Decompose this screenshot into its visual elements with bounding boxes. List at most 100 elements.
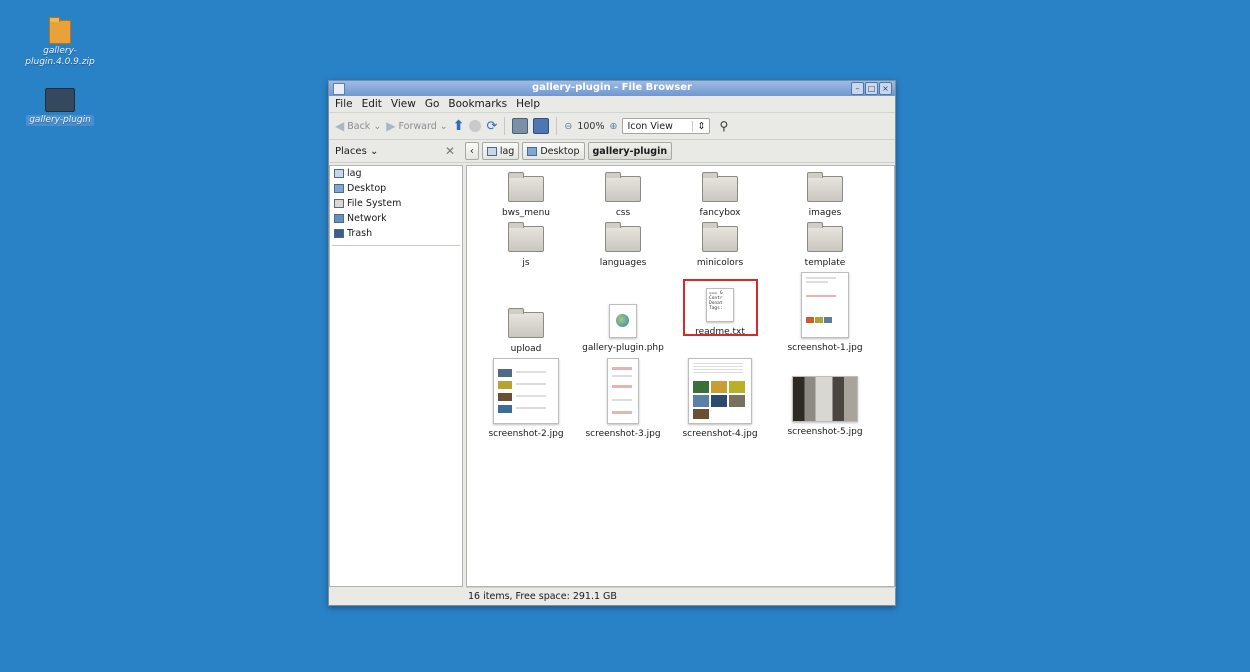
file-item-label: minicolors bbox=[696, 258, 744, 268]
maximize-button[interactable]: □ bbox=[865, 82, 878, 95]
home-icon[interactable] bbox=[512, 118, 529, 134]
file-item-readme-txt[interactable]: === G Contr Donat Tags: readme.txt bbox=[675, 279, 765, 337]
sidebar-item-network[interactable]: Network bbox=[330, 211, 462, 226]
toolbar: ◀ Back ⌄ ▶ Forward ⌄ ⬆ ⟳ ⊖ 100% ⊕ Icon V… bbox=[329, 112, 895, 140]
file-item-label: screenshot-2.jpg bbox=[488, 429, 564, 439]
image-thumbnail-icon bbox=[493, 358, 559, 424]
archive-icon bbox=[49, 17, 71, 44]
desktop-icon-label: gallery-plugin bbox=[26, 115, 94, 126]
menu-file[interactable]: File bbox=[335, 98, 353, 110]
reload-icon[interactable]: ⟳ bbox=[486, 119, 497, 134]
file-item-label: screenshot-4.jpg bbox=[682, 429, 758, 439]
sidebar-item-label: lag bbox=[347, 168, 362, 179]
file-item-label: upload bbox=[510, 344, 542, 354]
minimize-button[interactable]: – bbox=[851, 82, 864, 95]
file-item-label: languages bbox=[599, 258, 647, 268]
folder-icon bbox=[807, 172, 843, 202]
file-item-js[interactable]: js bbox=[481, 222, 571, 268]
desktop-folder-gallery-plugin[interactable]: gallery-plugin bbox=[15, 88, 105, 126]
desktop-icon bbox=[334, 184, 344, 193]
file-item-screenshot-2[interactable]: screenshot-2.jpg bbox=[481, 358, 571, 439]
chevron-down-icon: ⌄ bbox=[366, 145, 379, 157]
file-item-gallery-plugin-php[interactable]: gallery-plugin.php bbox=[575, 304, 671, 353]
sidebar-divider bbox=[332, 245, 460, 246]
status-bar: 16 items, Free space: 291.1 GB bbox=[466, 587, 896, 604]
forward-arrow-icon: ▶ bbox=[386, 119, 396, 133]
sidebar-item-lag[interactable]: lag bbox=[330, 166, 462, 181]
zoom-out-icon[interactable]: ⊖ bbox=[564, 121, 572, 132]
title-bar[interactable]: gallery-plugin - File Browser – □ × bbox=[329, 81, 895, 96]
php-file-icon bbox=[609, 304, 637, 338]
file-item-screenshot-3[interactable]: screenshot-3.jpg bbox=[578, 358, 668, 439]
file-item-upload[interactable]: upload bbox=[481, 308, 571, 354]
sidebar-item-desktop[interactable]: Desktop bbox=[330, 181, 462, 196]
location-bar: Places ⌄ ✕ ‹ lag Desktop gallery-plugin bbox=[329, 140, 895, 163]
breadcrumb-label: lag bbox=[499, 145, 515, 157]
close-button[interactable]: × bbox=[879, 82, 892, 95]
zoom-in-icon[interactable]: ⊕ bbox=[609, 121, 617, 132]
file-item-css[interactable]: css bbox=[578, 172, 668, 218]
file-item-languages[interactable]: languages bbox=[578, 222, 668, 268]
file-item-label: template bbox=[804, 258, 846, 268]
zoom-level: 100% bbox=[577, 120, 605, 132]
menu-bookmarks[interactable]: Bookmarks bbox=[448, 98, 507, 110]
view-mode-select[interactable]: Icon View ⇕ bbox=[622, 118, 711, 134]
menu-go[interactable]: Go bbox=[425, 98, 440, 110]
trash-icon bbox=[334, 229, 344, 238]
chevron-down-icon: ⌄ bbox=[439, 120, 448, 132]
chevron-down-icon: ⌄ bbox=[373, 120, 382, 132]
text-file-icon: === G Contr Donat Tags: bbox=[706, 288, 734, 322]
menu-help[interactable]: Help bbox=[516, 98, 540, 110]
forward-button[interactable]: ▶ Forward ⌄ bbox=[386, 119, 447, 133]
desktop-icon bbox=[527, 146, 538, 156]
file-item-label: js bbox=[522, 258, 530, 268]
places-header[interactable]: Places ⌄ ✕ bbox=[329, 144, 461, 158]
file-item-label: gallery-plugin.php bbox=[582, 343, 664, 353]
places-sidebar: lag Desktop File System Network Trash bbox=[329, 165, 463, 587]
breadcrumb-lag[interactable]: lag bbox=[481, 142, 520, 160]
file-item-bws-menu[interactable]: bws_menu bbox=[481, 172, 571, 218]
stop-icon[interactable] bbox=[469, 120, 482, 132]
breadcrumb-desktop[interactable]: Desktop bbox=[522, 142, 585, 160]
sidebar-item-trash[interactable]: Trash bbox=[330, 226, 462, 241]
breadcrumb-gallery-plugin[interactable]: gallery-plugin bbox=[587, 142, 673, 160]
folder-icon bbox=[807, 222, 843, 252]
menu-bar: File Edit View Go Bookmarks Help bbox=[329, 96, 895, 112]
breadcrumb-back-button[interactable]: ‹ bbox=[465, 142, 479, 160]
sidebar-item-label: Trash bbox=[347, 228, 373, 239]
folder-icon bbox=[508, 172, 544, 202]
file-item-template[interactable]: template bbox=[780, 222, 870, 268]
menu-view[interactable]: View bbox=[391, 98, 416, 110]
drive-icon bbox=[334, 199, 344, 208]
file-item-label: screenshot-5.jpg bbox=[787, 427, 863, 437]
folder-icon bbox=[702, 222, 738, 252]
desktop-icon-label: gallery-plugin.4.0.9.zip bbox=[25, 46, 95, 67]
file-icon-view[interactable]: bws_menu css fancybox images js language… bbox=[466, 165, 895, 587]
file-item-screenshot-1[interactable]: screenshot-1.jpg bbox=[780, 272, 870, 353]
file-item-label: screenshot-3.jpg bbox=[585, 429, 661, 439]
file-item-label: css bbox=[615, 208, 631, 218]
sidebar-item-file-system[interactable]: File System bbox=[330, 196, 462, 211]
desktop-zip-file[interactable]: gallery-plugin.4.0.9.zip bbox=[15, 17, 105, 68]
file-item-minicolors[interactable]: minicolors bbox=[675, 222, 765, 268]
file-item-images[interactable]: images bbox=[780, 172, 870, 218]
folder-icon bbox=[702, 172, 738, 202]
file-item-screenshot-5[interactable]: screenshot-5.jpg bbox=[780, 376, 870, 437]
window-title: gallery-plugin - File Browser bbox=[532, 82, 692, 93]
file-item-screenshot-4[interactable]: screenshot-4.jpg bbox=[675, 358, 765, 439]
computer-icon[interactable] bbox=[533, 118, 550, 134]
close-sidebar-icon[interactable]: ✕ bbox=[445, 144, 455, 158]
up-arrow-icon[interactable]: ⬆ bbox=[453, 118, 465, 134]
home-folder-icon bbox=[334, 169, 344, 178]
image-thumbnail-icon bbox=[801, 272, 849, 338]
file-item-fancybox[interactable]: fancybox bbox=[675, 172, 765, 218]
network-icon bbox=[334, 214, 344, 223]
folder-icon bbox=[508, 308, 544, 338]
back-button[interactable]: ◀ Back ⌄ bbox=[335, 119, 381, 133]
image-thumbnail-icon bbox=[688, 358, 752, 424]
back-label: Back bbox=[347, 120, 371, 132]
search-binoculars-icon[interactable]: ⚲ bbox=[719, 119, 728, 133]
image-thumbnail-icon bbox=[607, 358, 639, 424]
breadcrumb: ‹ lag Desktop gallery-plugin bbox=[465, 142, 673, 160]
menu-edit[interactable]: Edit bbox=[362, 98, 382, 110]
